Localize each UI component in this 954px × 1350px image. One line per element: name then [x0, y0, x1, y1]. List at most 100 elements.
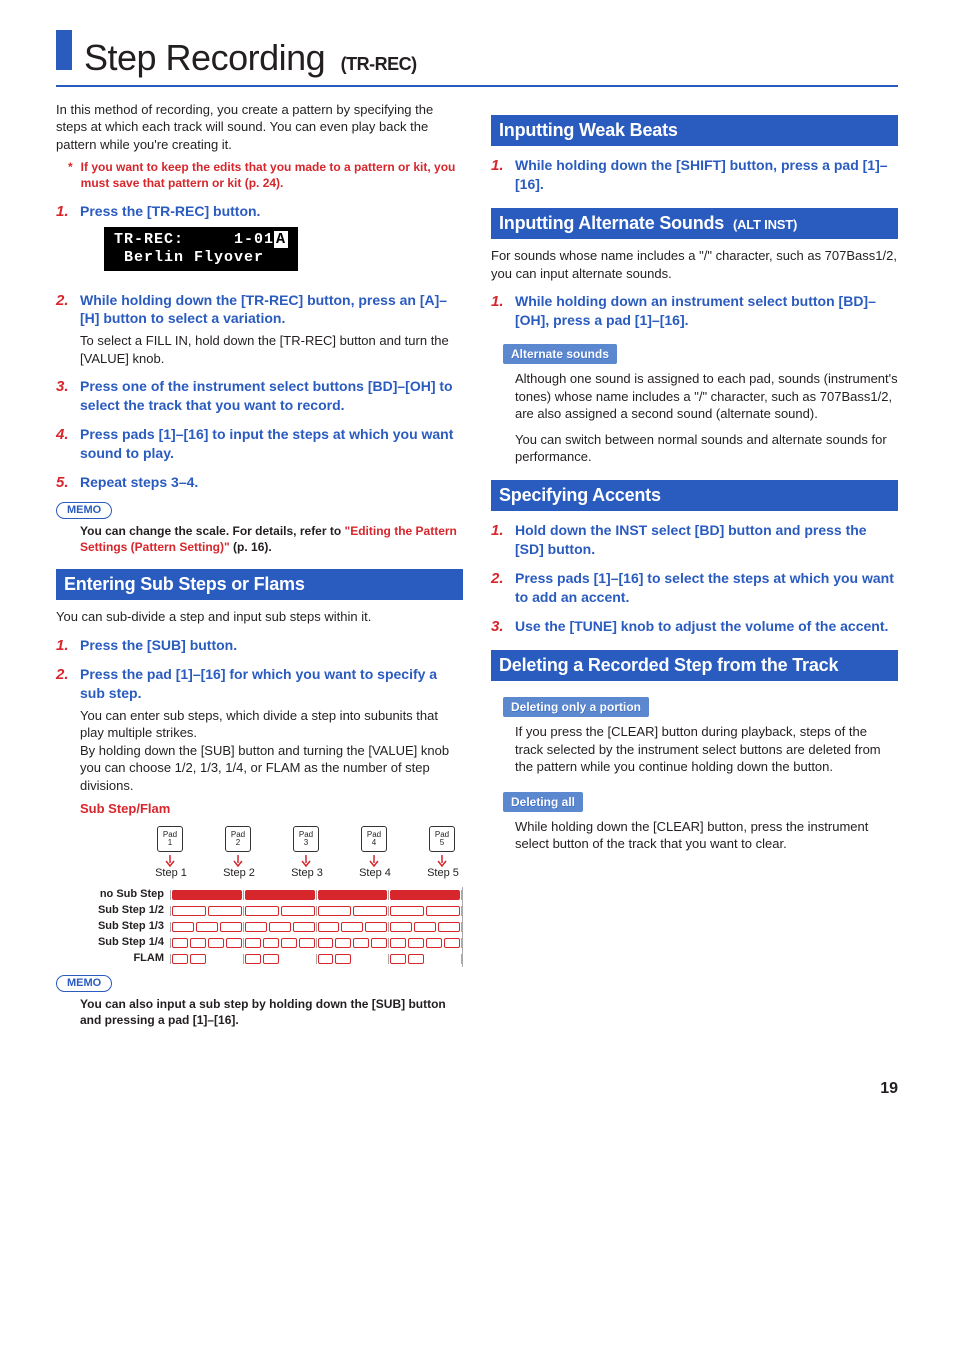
- diagram-cell: [318, 922, 340, 932]
- diagram-cell-group: [243, 890, 316, 900]
- diagram-cell-group: [388, 954, 461, 964]
- diagram-cell: [353, 906, 387, 916]
- diagram-row-cells: [170, 938, 462, 948]
- del-all-body: While holding down the [CLEAR] button, p…: [515, 818, 898, 853]
- substep-2: Press the pad [1]–[16] for which you wan…: [56, 665, 463, 795]
- diagram-cell-group: [316, 922, 389, 932]
- diagram-pad-3: Pad3: [291, 826, 321, 868]
- diagram-cell: [263, 938, 279, 948]
- step-1-head: Press the [TR-REC] button.: [80, 202, 463, 221]
- diagram-cell-group: [316, 890, 389, 900]
- diagram-cell: [245, 890, 315, 900]
- substep-1: Press the [SUB] button.: [56, 636, 463, 655]
- title-text: Step Recording (TR-REC): [84, 34, 417, 83]
- diagram-cell: [444, 938, 460, 948]
- diagram-cell-group: [316, 938, 389, 948]
- diagram-step-label-2: Step 2: [219, 866, 259, 881]
- diagram-row: FLAM: [80, 951, 462, 967]
- step-4: Press pads [1]–[16] to input the steps a…: [56, 425, 463, 463]
- diagram-cell: [172, 922, 194, 932]
- diagram-cell: [190, 938, 206, 948]
- step-2-head: While holding down the [TR-REC] button, …: [80, 291, 463, 329]
- diagram-cell: [426, 938, 442, 948]
- diagram-cell-group: [388, 938, 461, 948]
- section-substeps: Entering Sub Steps or Flams: [56, 569, 463, 600]
- step-5: Repeat steps 3–4.: [56, 473, 463, 492]
- del-portion-label: Deleting only a portion: [503, 697, 649, 717]
- diagram-cell: [263, 954, 279, 964]
- diagram-cell: [390, 922, 412, 932]
- substep-2-body: You can enter sub steps, which divide a …: [80, 707, 463, 795]
- diagram-cell-group: [243, 954, 316, 964]
- pad-box: Pad1: [157, 826, 183, 852]
- diagram-cell: [408, 938, 424, 948]
- diagram-row-label: Sub Step 1/4: [80, 935, 170, 950]
- alt-steps: While holding down an instrument select …: [491, 292, 898, 330]
- accent-steps: Hold down the INST select [BD] button an…: [491, 521, 898, 635]
- diagram-cell: [281, 938, 297, 948]
- diagram-cell: [365, 922, 387, 932]
- diagram-row: Sub Step 1/2: [80, 903, 462, 919]
- memo-2-body: You can also input a sub step by holding…: [80, 996, 463, 1028]
- substeps-list: Press the [SUB] button. Press the pad [1…: [56, 636, 463, 794]
- acc-step-2: Press pads [1]–[16] to select the steps …: [491, 569, 898, 607]
- diagram-step-label-5: Step 5: [423, 866, 463, 881]
- diagram-cell: [172, 890, 242, 900]
- diagram-cell: [220, 922, 242, 932]
- diagram-pad-row: Pad1Pad2Pad3Pad4Pad5: [80, 826, 463, 868]
- diagram-cell: [390, 938, 406, 948]
- lcd-line2: Berlin Flyover: [114, 249, 264, 266]
- diagram-cell: [426, 906, 460, 916]
- diagram-cell: [245, 922, 267, 932]
- section-delete: Deleting a Recorded Step from the Track: [491, 650, 898, 681]
- diagram-cell: [438, 922, 460, 932]
- alt-intro: For sounds whose name includes a "/" cha…: [491, 247, 898, 282]
- pad-box: Pad5: [429, 826, 455, 852]
- main-steps: Press the [TR-REC] button. TR-REC: 1-01A…: [56, 202, 463, 492]
- diagram-cell: [371, 938, 387, 948]
- acc-step-1: Hold down the INST select [BD] button an…: [491, 521, 898, 559]
- diagram-cell: [226, 938, 242, 948]
- acc-step-2-head: Press pads [1]–[16] to select the steps …: [515, 569, 898, 607]
- diagram-row-cells: [170, 922, 462, 932]
- diagram-cell: [190, 954, 206, 964]
- diagram-cell: [208, 906, 242, 916]
- right-column: Inputting Weak Beats While holding down …: [491, 101, 898, 1038]
- diagram-cell: [335, 938, 351, 948]
- page-number: 19: [56, 1078, 898, 1100]
- diagram-row: no Sub Step: [80, 887, 462, 903]
- diagram-cell: [353, 938, 369, 948]
- diagram-cell: [172, 954, 188, 964]
- diagram-title: Sub Step/Flam: [80, 800, 463, 818]
- diagram-cell: [335, 954, 351, 964]
- diagram-cell: [408, 954, 424, 964]
- acc-step-3-head: Use the [TUNE] knob to adjust the volume…: [515, 617, 898, 636]
- diagram-step-labels: Step 1Step 2Step 3Step 4Step 5: [80, 866, 463, 881]
- diagram-cell: [318, 890, 388, 900]
- diagram-cell-group: [170, 906, 243, 916]
- diagram-cell-group: [170, 954, 243, 964]
- memo-1-body: You can change the scale. For details, r…: [80, 523, 463, 555]
- alt-callout-label: Alternate sounds: [503, 344, 617, 364]
- lcd-cursor: A: [274, 231, 288, 248]
- diagram-row-cells: [170, 906, 462, 916]
- title-sub: (TR-REC): [341, 54, 417, 74]
- title-accent-bar: [56, 30, 72, 70]
- diagram-step-label-3: Step 3: [287, 866, 327, 881]
- diagram-cell-group: [388, 890, 461, 900]
- section-alt-sub: (ALT INST): [733, 217, 797, 232]
- step-1: Press the [TR-REC] button. TR-REC: 1-01A…: [56, 202, 463, 281]
- diagram-cell: [245, 954, 261, 964]
- memo-badge-2: MEMO: [56, 975, 112, 992]
- diagram-row-cells: [170, 890, 462, 900]
- section-weak: Inputting Weak Beats: [491, 115, 898, 146]
- diagram-cell: [208, 938, 224, 948]
- section-accents: Specifying Accents: [491, 480, 898, 511]
- diagram-cell-group: [316, 954, 389, 964]
- alt-callout-body2: You can switch between normal sounds and…: [515, 431, 898, 466]
- asterisk-icon: *: [68, 159, 73, 191]
- diagram-row: Sub Step 1/4: [80, 935, 462, 951]
- substep-diagram: Pad1Pad2Pad3Pad4Pad5 Step 1Step 2Step 3S…: [80, 826, 463, 967]
- step-5-head: Repeat steps 3–4.: [80, 473, 463, 492]
- diagram-cell-group: [243, 938, 316, 948]
